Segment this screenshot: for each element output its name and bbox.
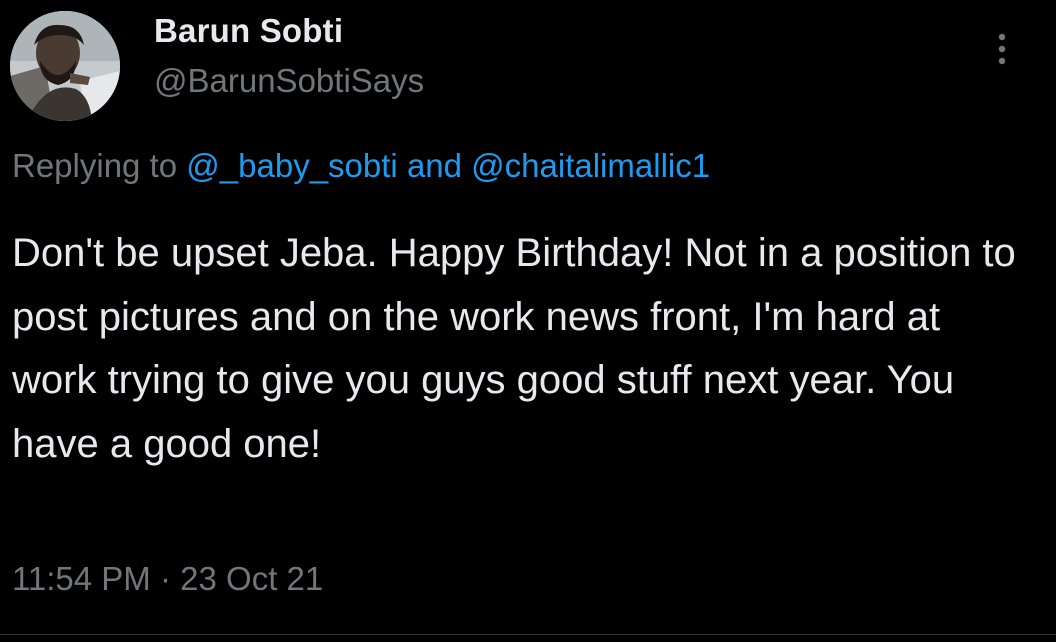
avatar[interactable] <box>10 11 120 121</box>
tweet-time[interactable]: 11:54 PM <box>12 560 151 597</box>
divider <box>0 634 1056 635</box>
mention-link-baby-sobti[interactable]: @_baby_sobti <box>186 147 397 184</box>
author-handle[interactable]: @BarunSobtiSays <box>154 62 424 100</box>
timestamp-separator: · <box>159 560 171 597</box>
reply-conjunction[interactable]: and <box>407 147 462 184</box>
profile-photo-avatar <box>10 11 120 121</box>
reply-context: Replying to @_baby_sobti and @chaitalima… <box>12 147 710 185</box>
tweet-timestamp[interactable]: 11:54 PM · 23 Oct 21 <box>12 560 323 598</box>
tweet-text: Don't be upset Jeba. Happy Birthday! Not… <box>12 231 1016 466</box>
reply-prefix: Replying to <box>12 147 178 184</box>
mention-link-chaitalimallic1[interactable]: @chaitalimallic1 <box>471 147 710 184</box>
tweet-date[interactable]: 23 Oct 21 <box>180 560 323 597</box>
more-vertical-icon[interactable] <box>990 30 1014 70</box>
author-display-name[interactable]: Barun Sobti <box>154 12 343 50</box>
